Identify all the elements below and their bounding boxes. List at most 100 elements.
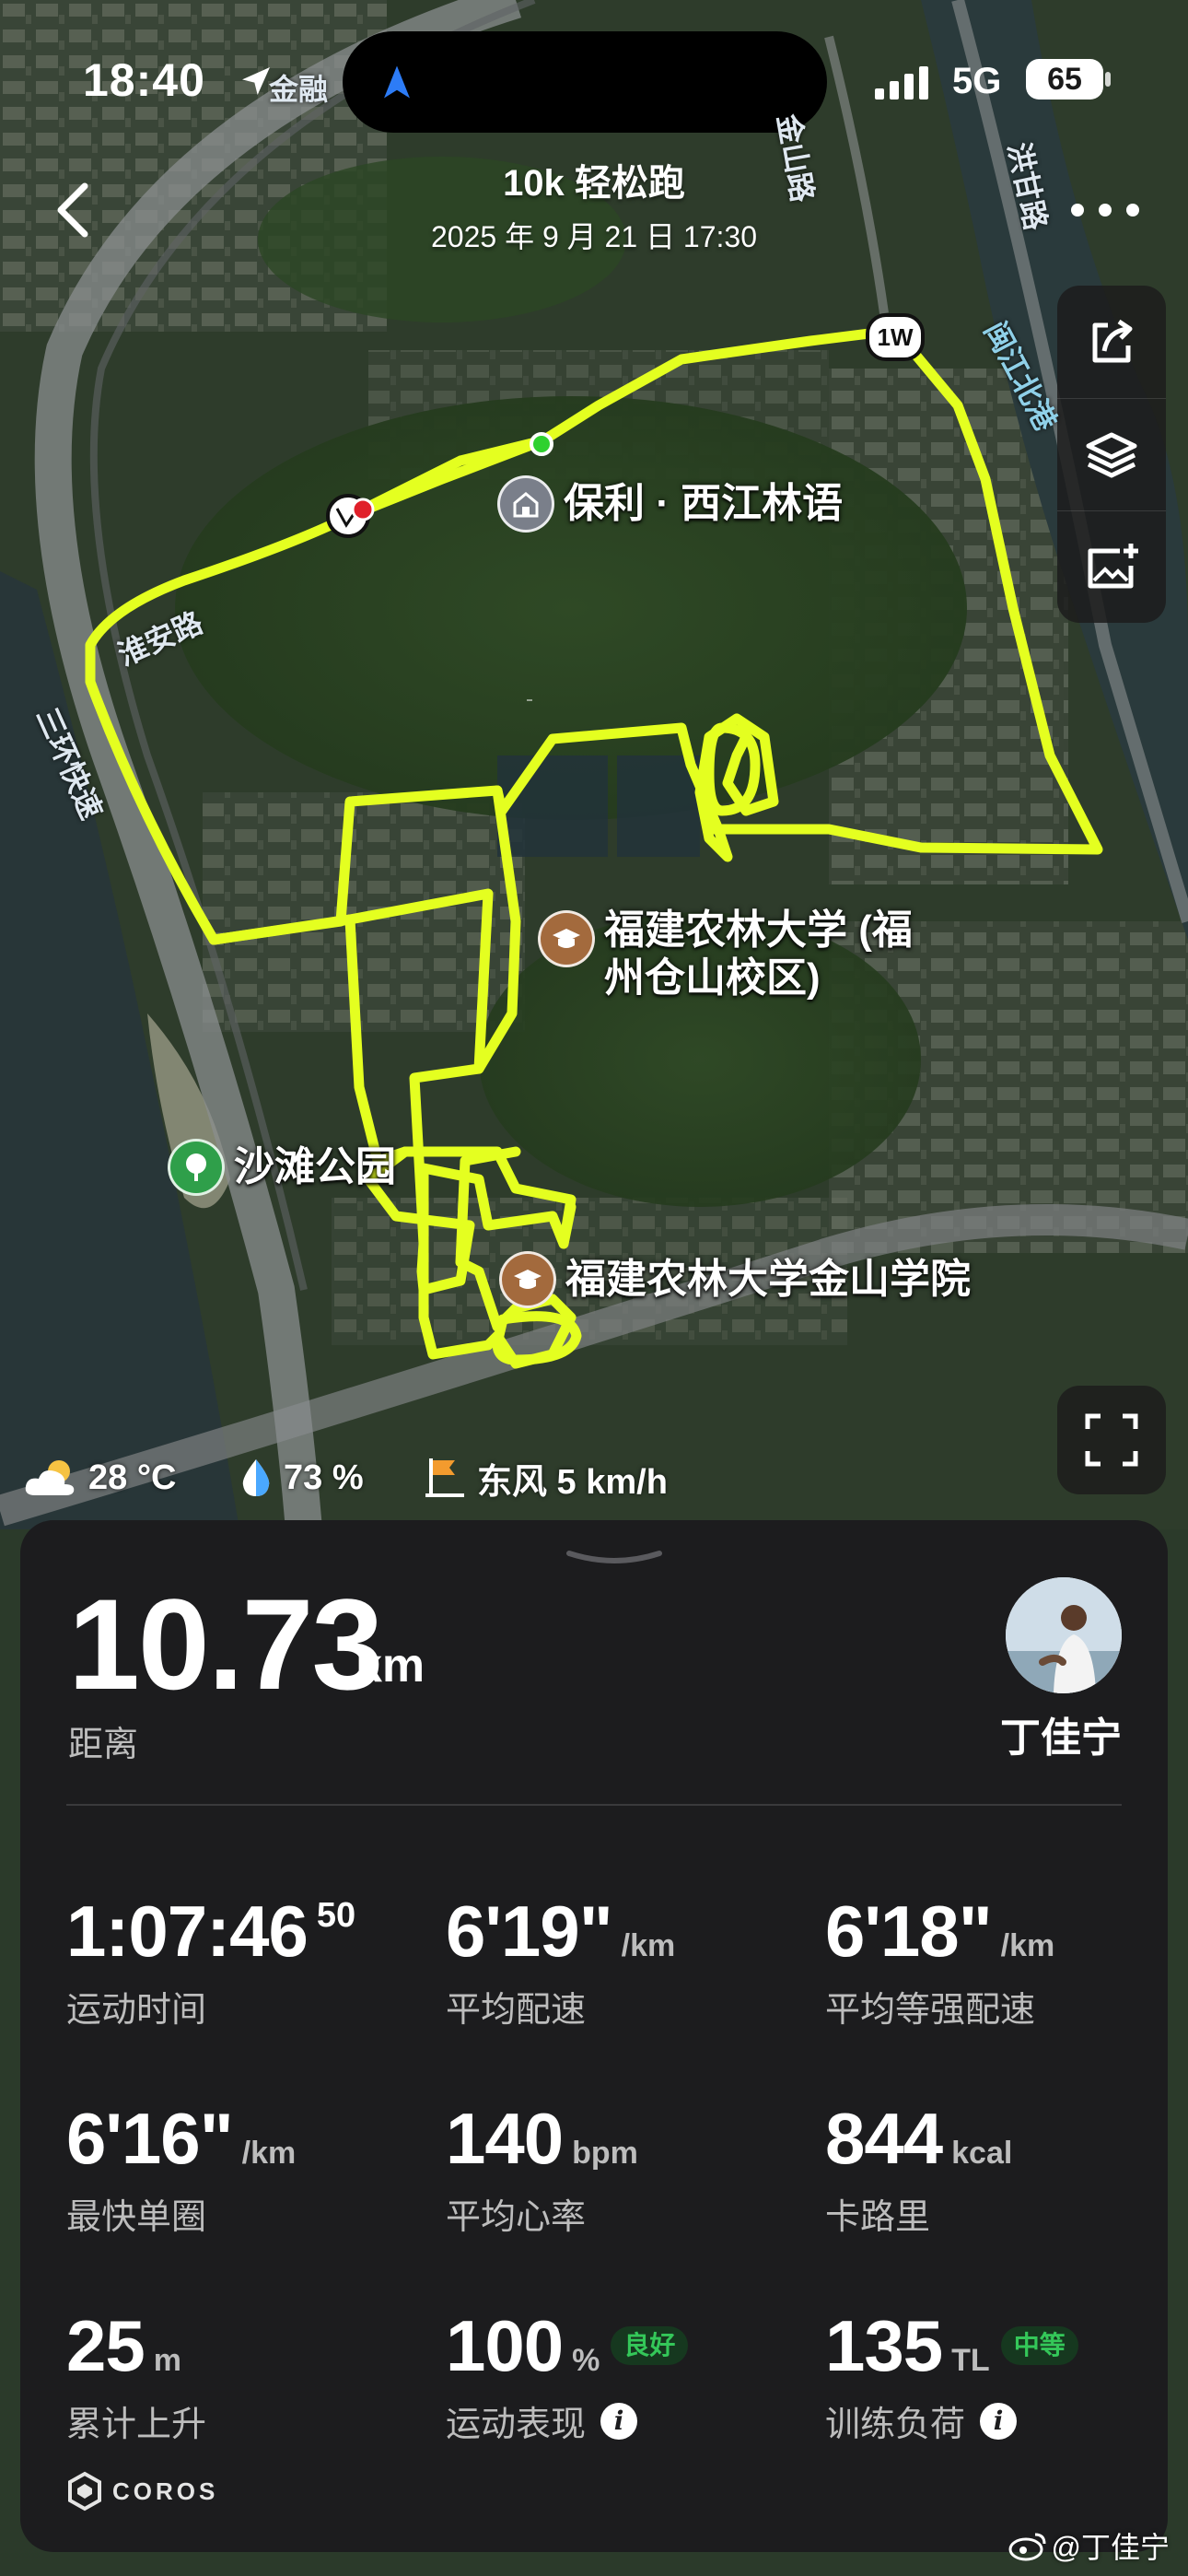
- poi-college-label: 福建农林大学金山学院: [565, 1257, 971, 1302]
- graduation-cap-icon: [538, 910, 595, 967]
- add-photo-icon: [1088, 544, 1138, 589]
- stat-calories-value: 844: [825, 2098, 943, 2179]
- network-type: 5G: [952, 61, 1002, 101]
- user-name[interactable]: 丁佳宁: [1000, 1704, 1122, 1763]
- avatar-photo: [1006, 1577, 1122, 1693]
- stat-fastest-lap: 6'16" /km 最快单圈: [66, 2096, 416, 2237]
- graduation-cap-icon: [499, 1251, 556, 1308]
- partly-cloudy-icon: [25, 1460, 75, 1495]
- status-time: 18:40: [83, 54, 205, 106]
- distance-unit: km: [355, 1639, 425, 1692]
- poi-college[interactable]: 福建农林大学金山学院: [499, 1251, 971, 1308]
- residence-icon: [497, 475, 554, 533]
- water-drop-icon: [242, 1459, 270, 1496]
- weibo-icon: [1008, 2533, 1045, 2561]
- weather-humidity: 73 %: [238, 1450, 364, 1505]
- coros-brand: COROS: [66, 2471, 218, 2512]
- activity-detail-screen: 18:40 5G 65 10k 轻松跑 2025 年 9 月 21 日 17:3…: [0, 0, 1188, 2576]
- fullscreen-icon: [1085, 1413, 1138, 1467]
- coros-logo-icon: [68, 2471, 101, 2512]
- stat-elevation-gain-unit: m: [153, 2343, 181, 2378]
- stat-calories-unit: kcal: [951, 2136, 1013, 2171]
- user-avatar[interactable]: [1006, 1577, 1122, 1693]
- navigation-arrow-icon: [384, 65, 410, 99]
- stat-duration-label: 运动时间: [66, 1991, 207, 2030]
- stat-avg-pace-unit: /km: [621, 1928, 676, 1963]
- share-button[interactable]: [1057, 286, 1166, 398]
- poi-university[interactable]: 福建农林大学 (福 州仓山校区): [538, 907, 913, 1002]
- wind-flag-icon: [425, 1458, 464, 1497]
- stat-avg-pace-label: 平均配速: [446, 1991, 587, 2030]
- stat-performance-label-row: 运动表现 i: [446, 2395, 796, 2446]
- distance-label: 距离: [68, 1726, 139, 1764]
- stat-duration: 1:07:46 50 运动时间: [66, 1889, 416, 2030]
- weather-temperature: 28 °C: [22, 1450, 176, 1505]
- stat-performance-label: 运动表现: [446, 2406, 587, 2444]
- stat-fastest-lap-value: 6'16": [66, 2098, 234, 2179]
- training-load-badge: 中等: [1000, 2326, 1078, 2365]
- stat-adjusted-pace: 6'18" /km 平均等强配速: [825, 1889, 1175, 2030]
- battery-indicator: 65: [1026, 59, 1103, 100]
- stat-performance: 100 % 良好 运动表现 i: [446, 2303, 796, 2444]
- battery-tip: [1105, 72, 1111, 87]
- poi-university-line1: 福建农林大学 (福: [604, 907, 913, 953]
- stat-heart-rate: 140 bpm 平均心率: [446, 2096, 796, 2237]
- stat-adjusted-pace-value: 6'18": [825, 1891, 993, 1972]
- stat-training-load: 135 TL 中等 训练负荷 i: [825, 2303, 1175, 2444]
- stat-elevation-gain: 25 m 累计上升: [66, 2303, 416, 2444]
- stat-fastest-lap-unit: /km: [241, 2136, 297, 2171]
- signal-bars-icon: [875, 66, 928, 100]
- wind-value: 东风 5 km/h: [477, 1462, 668, 1502]
- poi-university-line2: 州仓山校区): [604, 955, 821, 1001]
- performance-info-icon[interactable]: i: [600, 2402, 638, 2440]
- layers-icon: [1086, 432, 1137, 478]
- stat-elevation-gain-label: 累计上升: [66, 2406, 207, 2444]
- stat-heart-rate-unit: bpm: [572, 2136, 638, 2171]
- stat-training-load-unit: TL: [951, 2343, 990, 2378]
- stat-adjusted-pace-unit: /km: [1000, 1928, 1055, 1963]
- activity-datetime: 2025 年 9 月 21 日 17:30: [430, 220, 757, 253]
- tree-icon: [168, 1139, 225, 1196]
- more-options-icon[interactable]: [1059, 193, 1151, 227]
- stat-duration-hundredths: 50: [316, 1896, 356, 1935]
- watermark-text: @丁佳宁: [1051, 2531, 1171, 2564]
- poi-residence-label: 保利 · 西江林语: [564, 481, 844, 526]
- stat-elevation-gain-value: 25: [66, 2305, 146, 2386]
- stat-avg-pace-value: 6'19": [446, 1891, 613, 1972]
- stat-training-load-label: 训练负荷: [825, 2406, 966, 2444]
- stat-performance-value: 100: [446, 2305, 564, 2386]
- poi-park-label: 沙滩公园: [234, 1144, 396, 1189]
- stat-calories-label: 卡路里: [825, 2198, 931, 2237]
- fullscreen-button[interactable]: [1057, 1386, 1166, 1494]
- performance-badge: 良好: [611, 2326, 689, 2365]
- distance-value: 10.73: [68, 1572, 383, 1716]
- lap-marker[interactable]: 1W: [866, 313, 925, 361]
- stat-avg-pace: 6'19" /km 平均配速: [446, 1889, 796, 2030]
- stat-heart-rate-value: 140: [446, 2098, 564, 2179]
- map-layers-button[interactable]: [1057, 398, 1166, 511]
- weibo-watermark: @丁佳宁: [1007, 2524, 1171, 2567]
- divider: [66, 1804, 1122, 1806]
- share-icon: [1092, 319, 1133, 363]
- training-load-info-icon[interactable]: i: [980, 2402, 1018, 2440]
- stat-calories: 844 kcal 卡路里: [825, 2096, 1175, 2237]
- stat-training-load-label-row: 训练负荷 i: [825, 2395, 1175, 2446]
- poi-university-text: 福建农林大学 (福 州仓山校区): [604, 907, 913, 1002]
- temperature-value: 28 °C: [88, 1458, 177, 1497]
- panel-grabber-icon[interactable]: [564, 1548, 665, 1566]
- stat-performance-unit: %: [572, 2343, 600, 2378]
- poi-residence[interactable]: 保利 · 西江林语: [497, 475, 843, 533]
- weather-wind: 东风 5 km/h: [422, 1450, 668, 1505]
- stat-duration-value: 1:07:46: [66, 1891, 309, 1972]
- poi-park[interactable]: 沙滩公园: [168, 1139, 396, 1196]
- coros-brand-text: COROS: [112, 2476, 219, 2505]
- stats-panel: 10.73 km 距离 丁佳宁 1:07:46 50 运动时间 6'19" /k…: [20, 1520, 1168, 2552]
- stat-heart-rate-label: 平均心率: [446, 2198, 587, 2237]
- humidity-value: 73 %: [284, 1458, 364, 1497]
- add-photo-button[interactable]: [1057, 510, 1166, 624]
- map-tools: [1057, 286, 1166, 623]
- stat-training-load-value: 135: [825, 2305, 943, 2386]
- road-label-top: 金融: [269, 73, 329, 106]
- stat-fastest-lap-label: 最快单圈: [66, 2198, 207, 2237]
- stat-adjusted-pace-label: 平均等强配速: [825, 1991, 1036, 2030]
